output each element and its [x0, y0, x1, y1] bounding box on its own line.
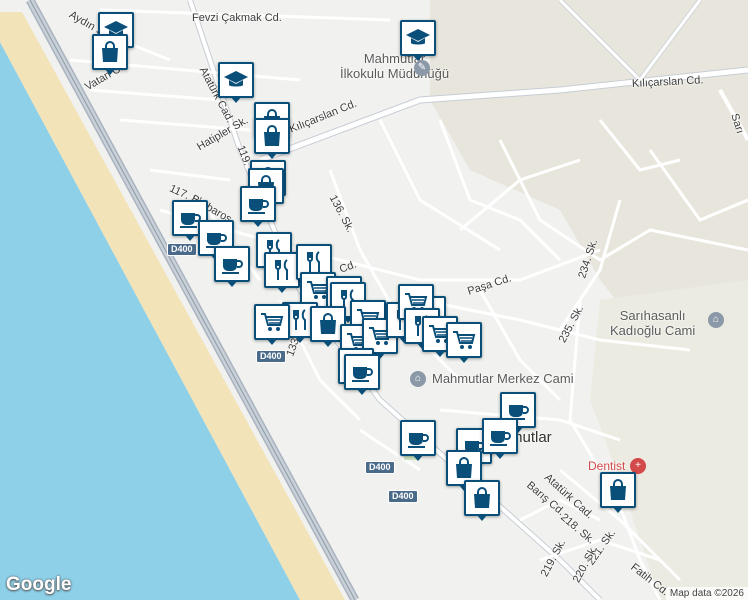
school-marker[interactable] [218, 62, 254, 103]
grocery-icon [261, 313, 284, 331]
place-label-mosque[interactable]: Sarıhasanlı Kadıoğlu Cami [610, 308, 695, 338]
shopping-icon [264, 125, 280, 146]
place-name-line2: İlkokulu Müdürlüğü [340, 66, 450, 81]
shopping-marker[interactable] [254, 118, 290, 159]
school-icon [224, 71, 248, 87]
cafe-marker[interactable] [344, 354, 380, 395]
place-label-mosque[interactable]: Mahmutlar Merkez Cami [432, 371, 574, 386]
shopping-icon [474, 487, 490, 508]
highway-shield: D400 [256, 350, 286, 363]
highway-shield: D400 [167, 243, 197, 256]
place-name-line2: Kadıoğlu Cami [610, 323, 696, 338]
shopping-marker[interactable] [92, 34, 128, 75]
shopping-marker[interactable] [600, 472, 636, 513]
grocery-icon [453, 331, 476, 349]
cafe-icon [248, 199, 269, 214]
school-icon [406, 29, 430, 45]
place-name: Sarıhasanlı [619, 308, 686, 323]
school-icon: ✎ [414, 60, 430, 76]
cafe-marker[interactable] [214, 246, 250, 287]
school-marker[interactable] [400, 20, 436, 61]
cafe-marker[interactable] [482, 418, 518, 459]
google-logo: Google [6, 574, 72, 595]
mosque-icon: ⌂ [410, 371, 426, 387]
shopping-icon [102, 41, 118, 62]
cafe-marker[interactable] [240, 186, 276, 227]
shopping-marker[interactable] [464, 480, 500, 521]
shopping-icon [610, 479, 626, 500]
highway-shield: D400 [365, 461, 395, 474]
grocery-marker[interactable] [254, 304, 290, 345]
restaurant-icon [275, 259, 288, 280]
mosque-icon: ⌂ [708, 312, 724, 328]
street-label: Fevzi Çakmak Cd. [192, 12, 282, 24]
shopping-icon [456, 457, 472, 478]
highway-shield: D400 [388, 490, 418, 503]
cafe-icon [352, 367, 373, 382]
grocery-marker[interactable] [446, 322, 482, 363]
cafe-icon [408, 433, 429, 448]
cafe-icon [490, 431, 511, 446]
cafe-marker[interactable] [400, 420, 436, 461]
map-canvas[interactable]: Fevzi Çakmak Cd. Aydın S Vatan Cd. Atatü… [0, 0, 748, 600]
cafe-icon [222, 259, 243, 274]
map-attribution[interactable]: Map data ©2026 [665, 587, 748, 600]
restaurant-marker[interactable] [264, 252, 300, 293]
shopping-icon [320, 313, 336, 334]
